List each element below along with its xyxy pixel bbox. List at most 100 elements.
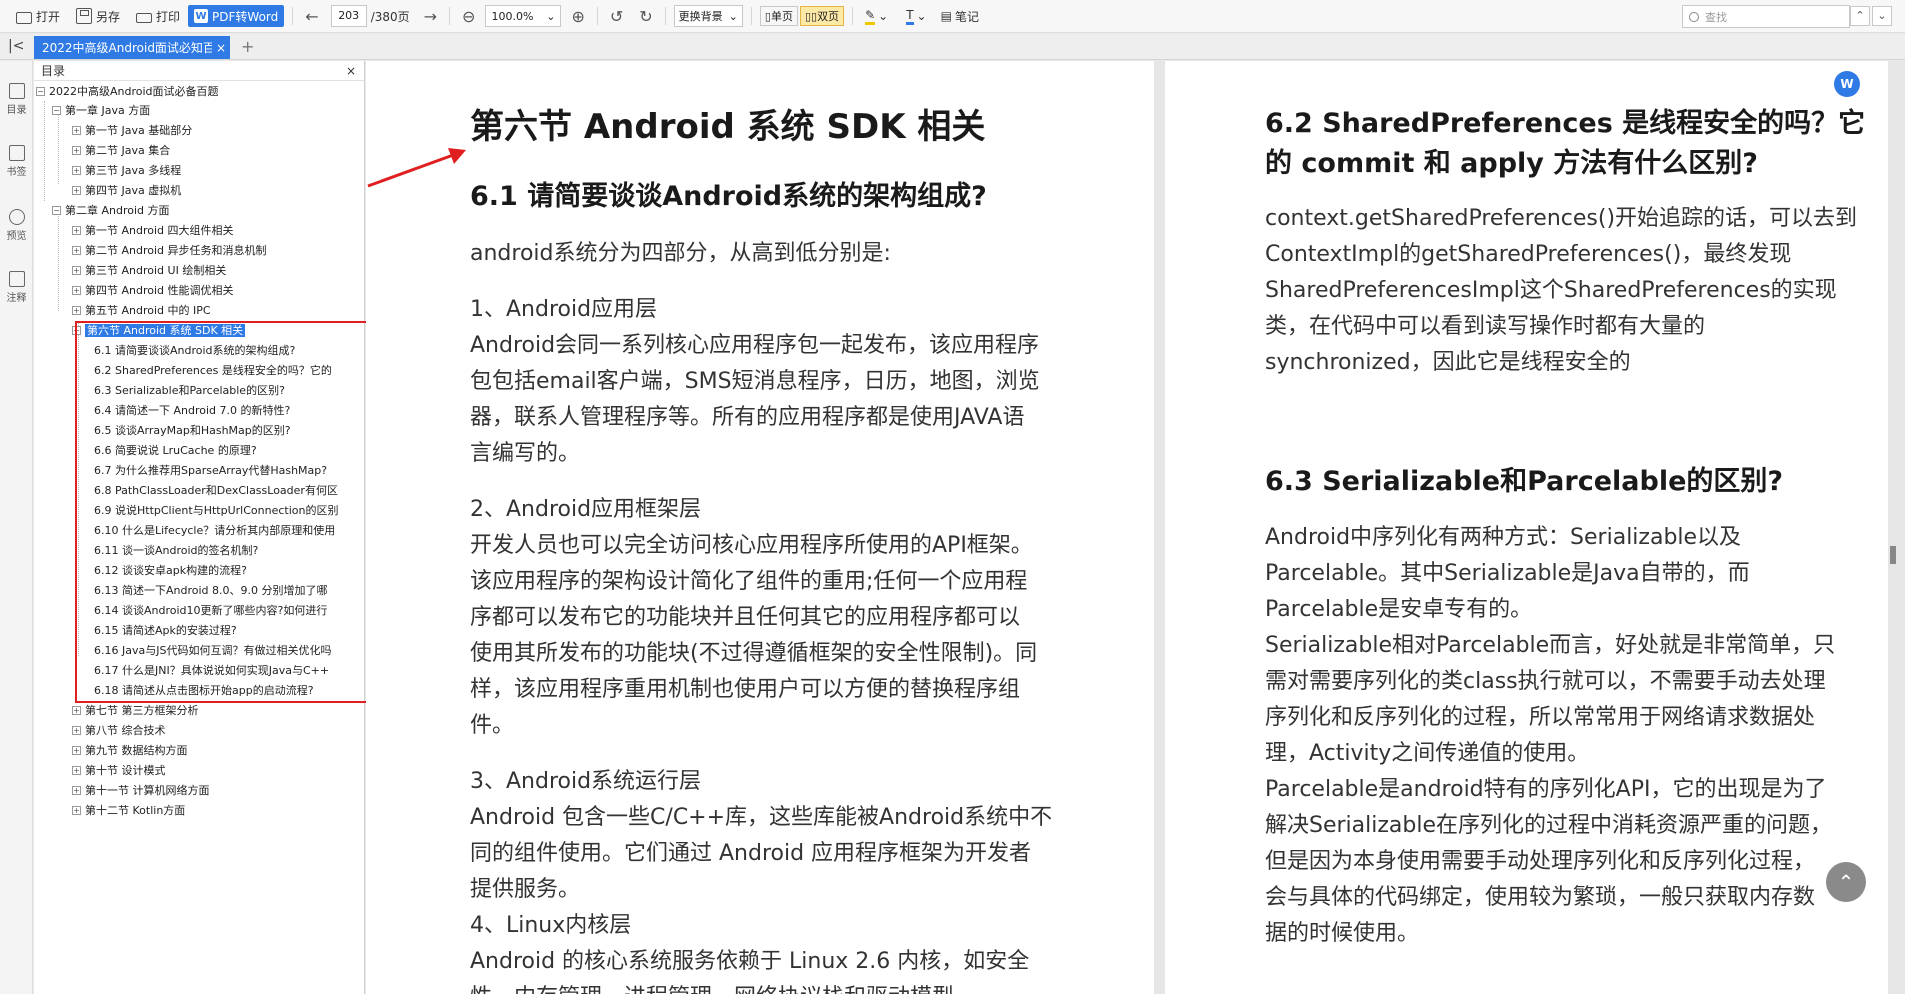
- expand-icon[interactable]: +: [72, 746, 81, 755]
- double-page-button[interactable]: ▯▯ 双页: [799, 6, 845, 26]
- note-button[interactable]: ▤ 笔记: [937, 4, 983, 28]
- background-select[interactable]: 更换背景 ⌄: [673, 5, 743, 27]
- prev-page-button[interactable]: ←: [301, 4, 322, 28]
- outline-item-label: 第八节 综合技术: [85, 724, 166, 737]
- outline-chapter-2-label: 第二章 Android 方面: [65, 204, 170, 217]
- expand-icon[interactable]: +: [72, 306, 81, 315]
- expand-icon[interactable]: +: [72, 286, 81, 295]
- outline-root[interactable]: −2022中高级Android面试必备百题: [36, 83, 219, 101]
- collapse-icon[interactable]: −: [36, 87, 45, 96]
- outline-item[interactable]: + 第七节 第三方框架分析: [72, 702, 199, 720]
- expand-icon[interactable]: +: [72, 786, 81, 795]
- highlight-button[interactable]: ✎ ⌄: [861, 4, 892, 28]
- zoom-value: 100.0%: [491, 9, 534, 23]
- rotate-left-icon: ↺: [609, 6, 624, 26]
- rail-comment[interactable]: 注释: [0, 271, 33, 304]
- expand-icon[interactable]: +: [72, 186, 81, 195]
- scrollbar-thumb[interactable]: [1890, 546, 1896, 564]
- rotate-right-button[interactable]: ↻: [635, 4, 656, 28]
- collapse-panel-icon[interactable]: |<: [8, 38, 24, 54]
- body-line: Serializable相对Parcelable而言，好处就是非常简单，只: [1265, 633, 1836, 658]
- outline-item-label: 第二节 Android 异步任务和消息机制: [85, 244, 267, 257]
- expand-icon[interactable]: +: [72, 126, 81, 135]
- search-options-button[interactable]: ⌃: [1850, 6, 1870, 26]
- question-heading: 6.2 SharedPreferences 是线程安全的吗？它: [1265, 108, 1866, 139]
- total-pages: /380页: [370, 9, 410, 24]
- expand-icon[interactable]: +: [72, 266, 81, 275]
- outline-chapter-1-label: 第一章 Java 方面: [65, 104, 151, 117]
- next-page-button[interactable]: →: [420, 4, 441, 28]
- outline-item[interactable]: + 第四节 Java 虚拟机: [72, 182, 181, 200]
- body-line: 4、Linux内核层: [470, 913, 632, 938]
- close-icon[interactable]: ×: [346, 64, 356, 78]
- note-label: 笔记: [954, 9, 979, 24]
- outline-item[interactable]: + 第十一节 计算机网络方面: [72, 782, 210, 800]
- rail-preview-label: 预览: [6, 231, 27, 242]
- body-line: 包包括email客户端，SMS短消息程序，日历，地图，浏览: [470, 369, 1040, 394]
- body-line: 序列化和反序列化的过程，所以常常用于网络请求数据处: [1265, 705, 1816, 730]
- document-tab[interactable]: 2022中高级Android面试必知百题 ×: [34, 36, 230, 59]
- close-icon[interactable]: ×: [216, 41, 226, 55]
- outline-chapter-1[interactable]: − 第一章 Java 方面: [52, 102, 150, 120]
- body-line: 性，内存管理，进程管理，网络协议栈和驱动模型。: [470, 980, 976, 994]
- toolbar-divider: [449, 7, 451, 25]
- outline-item[interactable]: + 第三节 Android UI 绘制相关: [72, 262, 226, 280]
- expand-icon[interactable]: +: [72, 726, 81, 735]
- open-button[interactable]: 打开: [12, 4, 64, 28]
- collapse-icon[interactable]: −: [52, 206, 61, 215]
- text-color-button[interactable]: T ⌄: [902, 4, 930, 28]
- expand-icon[interactable]: +: [72, 706, 81, 715]
- outline-item[interactable]: + 第五节 Android 中的 IPC: [72, 302, 211, 320]
- outline-item[interactable]: + 第十节 设计模式: [72, 762, 166, 780]
- outline-item[interactable]: + 第八节 综合技术: [72, 722, 166, 740]
- outline-item-label: 第三节 Android UI 绘制相关: [85, 264, 227, 277]
- search-next-button[interactable]: ⌄: [1872, 6, 1892, 26]
- arrow-left-icon: ←: [305, 6, 319, 26]
- outline-item[interactable]: + 第二节 Android 异步任务和消息机制: [72, 242, 267, 260]
- outline-item[interactable]: + 第一节 Java 基础部分: [72, 122, 192, 140]
- outline-item[interactable]: + 第九节 数据结构方面: [72, 742, 188, 760]
- tab-bar: |< 2022中高级Android面试必知百题 × +: [0, 34, 1905, 60]
- collapse-icon[interactable]: −: [52, 106, 61, 115]
- rail-bookmark[interactable]: 书签: [0, 145, 33, 178]
- toolbar-divider: [596, 7, 598, 25]
- rail-bookmark-label: 书签: [6, 167, 27, 178]
- outline-item[interactable]: + 第二节 Java 集合: [72, 142, 170, 160]
- rotate-left-button[interactable]: ↺: [606, 4, 627, 28]
- double-page-label: 双页: [817, 10, 840, 23]
- save-as-button[interactable]: 另存: [72, 4, 124, 28]
- rail-preview[interactable]: 预览: [0, 209, 33, 242]
- zoom-in-button[interactable]: ⊕: [567, 4, 588, 28]
- new-tab-button[interactable]: +: [241, 37, 254, 56]
- expand-icon[interactable]: +: [72, 766, 81, 775]
- body-line: synchronized，因此它是线程安全的: [1265, 350, 1631, 375]
- expand-icon[interactable]: +: [72, 146, 81, 155]
- expand-icon[interactable]: +: [72, 246, 81, 255]
- print-button[interactable]: 打印: [132, 4, 184, 28]
- document-viewer[interactable]: 第六节 Android 系统 SDK 相关 6.1 请简要谈谈Android系统…: [366, 61, 1905, 994]
- rotate-right-icon: ↻: [639, 6, 653, 26]
- rail-outline[interactable]: 目录: [0, 83, 33, 116]
- search-placeholder: 查找: [1705, 10, 1727, 24]
- word-convert-badge[interactable]: W: [1834, 71, 1860, 97]
- zoom-select[interactable]: 100.0% ⌄: [485, 5, 562, 27]
- expand-icon[interactable]: +: [72, 166, 81, 175]
- eye-icon: [8, 209, 25, 225]
- outline-chapter-2[interactable]: − 第二章 Android 方面: [52, 202, 170, 220]
- pdf-to-word-button[interactable]: W PDF转Word: [188, 5, 285, 27]
- body-line: 类，在代码中可以看到读写操作时都有大量的: [1265, 314, 1706, 339]
- expand-icon[interactable]: +: [72, 226, 81, 235]
- zoom-in-icon: ⊕: [571, 6, 585, 26]
- search-input[interactable]: 查找: [1682, 5, 1850, 28]
- page-number-input[interactable]: 203: [330, 5, 367, 27]
- zoom-out-button[interactable]: ⊖: [458, 4, 479, 28]
- scroll-to-top-button[interactable]: ⌃: [1826, 862, 1866, 902]
- outline-item[interactable]: + 第一节 Android 四大组件相关: [72, 222, 234, 240]
- outline-item[interactable]: + 第三节 Java 多线程: [72, 162, 181, 180]
- list-icon: [8, 83, 25, 99]
- outline-item[interactable]: + 第十二节 Kotlin方面: [72, 802, 185, 820]
- single-page-button[interactable]: ▯ 单页: [759, 6, 798, 26]
- expand-icon[interactable]: +: [72, 806, 81, 815]
- outline-item-label: 第九节 数据结构方面: [85, 744, 188, 757]
- outline-item[interactable]: + 第四节 Android 性能调优相关: [72, 282, 234, 300]
